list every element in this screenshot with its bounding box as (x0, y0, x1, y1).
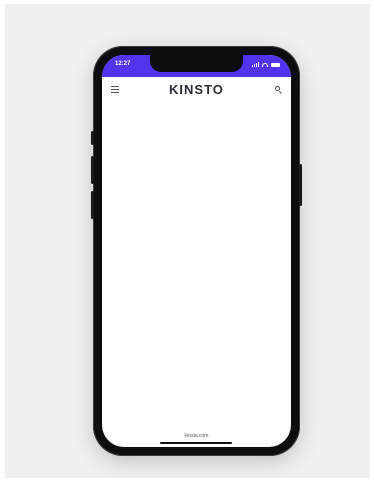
wifi-icon (262, 62, 268, 67)
notch (150, 55, 243, 72)
app-header: KINSTO (102, 77, 291, 101)
status-icons (252, 62, 280, 67)
home-indicator[interactable] (160, 442, 232, 444)
volume-down-button (91, 191, 94, 219)
power-button (299, 164, 302, 206)
volume-up-button (91, 156, 94, 184)
site-logo[interactable]: KINSTO (102, 82, 291, 97)
cellular-signal-icon (252, 62, 259, 67)
phone-screen: 12:27 KINSTO kinsta.com (102, 55, 291, 447)
search-icon[interactable] (275, 86, 280, 91)
mute-switch (91, 131, 94, 145)
background-canvas: 12:27 KINSTO kinsta.com (5, 4, 370, 478)
page-content (102, 101, 291, 425)
status-time: 12:27 (115, 61, 131, 67)
phone-frame: 12:27 KINSTO kinsta.com (91, 46, 302, 456)
url-label[interactable]: kinsta.com (102, 433, 291, 439)
battery-icon (271, 62, 280, 67)
